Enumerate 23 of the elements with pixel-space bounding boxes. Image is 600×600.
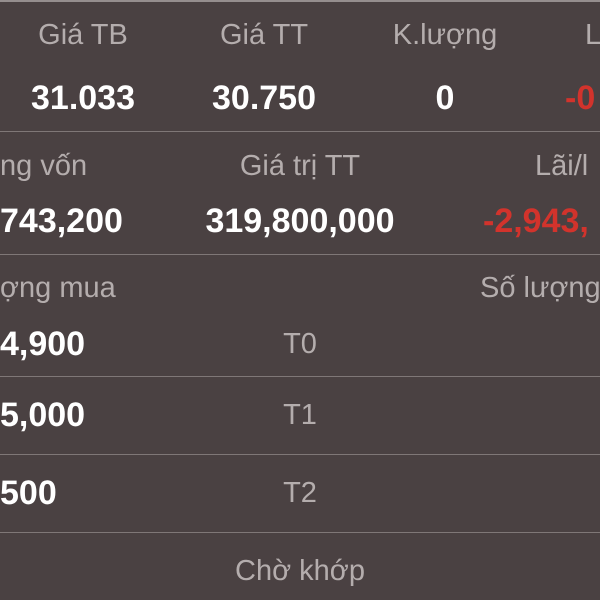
- column-header: L: [585, 18, 600, 53]
- column-header: ng vốn: [0, 149, 88, 184]
- stat-value: 743,200: [0, 201, 123, 241]
- column-header: Số lượng: [480, 271, 600, 306]
- volume-value: 4,900: [0, 324, 86, 364]
- column-header: Lãi/l: [535, 149, 588, 184]
- stat-value: 0: [436, 78, 454, 118]
- stat-value: 319,800,000: [205, 201, 395, 241]
- stat-value: -0: [565, 78, 596, 118]
- settlement-label: Chờ khớp: [235, 554, 365, 589]
- column-header: Giá TT: [220, 18, 308, 53]
- stat-value: 30.750: [212, 78, 316, 118]
- volume-value: 500: [0, 473, 57, 513]
- column-header: K.lượng: [392, 18, 498, 53]
- settlement-label: T1: [283, 398, 317, 433]
- column-header: Giá TB: [38, 18, 128, 53]
- volume-value: 5,000: [0, 395, 86, 435]
- column-header: Giá trị TT: [240, 149, 360, 184]
- stat-value: -2,943,: [483, 201, 589, 241]
- settlement-label: T2: [283, 476, 317, 511]
- column-header: ợng mua: [0, 271, 116, 306]
- settlement-label: T0: [283, 327, 317, 362]
- stat-value: 31.033: [31, 78, 135, 118]
